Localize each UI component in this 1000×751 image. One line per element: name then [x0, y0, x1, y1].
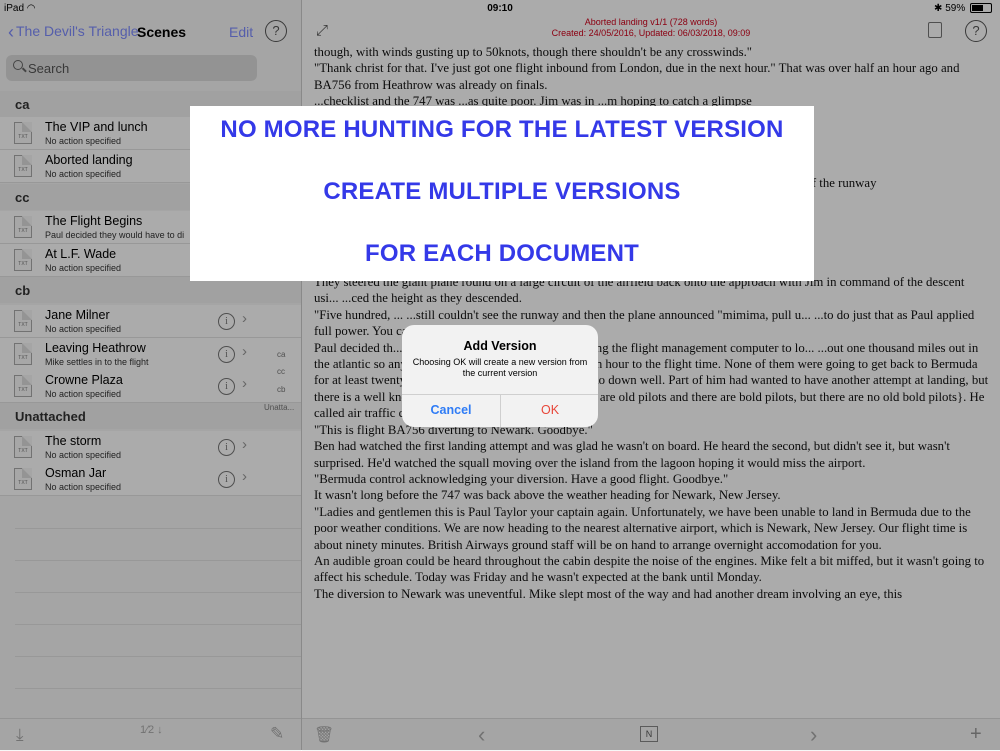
banner-line-1: NO MORE HUNTING FOR THE LATEST VERSION [220, 116, 784, 143]
cancel-button[interactable]: Cancel [402, 394, 500, 427]
banner-line-2: CREATE MULTIPLE VERSIONS [323, 178, 681, 205]
dialog-title: Add Version [463, 339, 537, 353]
ok-button[interactable]: OK [501, 394, 598, 427]
banner-line-3: FOR EACH DOCUMENT [364, 240, 640, 267]
promo-banner: NO MORE HUNTING FOR THE LATEST VERSION C… [190, 106, 814, 281]
add-version-dialog: Add Version Choosing OK will create a ne… [402, 325, 598, 427]
dialog-message: Choosing OK will create a new version fr… [412, 357, 588, 378]
